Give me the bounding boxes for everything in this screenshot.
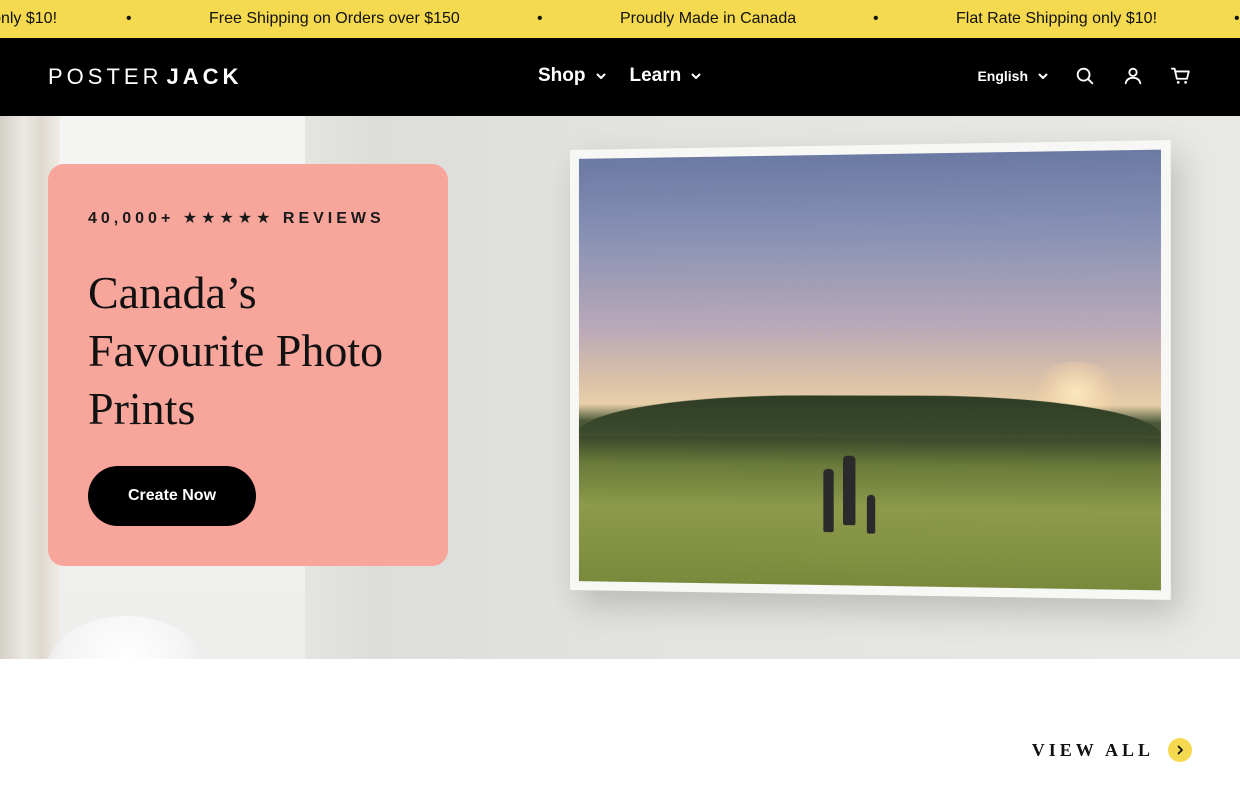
chevron-down-icon — [1038, 73, 1048, 79]
search-icon[interactable] — [1074, 65, 1096, 87]
logo-text-light: POSTER — [48, 64, 163, 89]
language-selector[interactable]: English — [977, 68, 1048, 84]
reviews-badge: 40,000+ ★★★★★ REVIEWS — [88, 210, 385, 227]
photo-figure — [843, 456, 856, 526]
main-nav: Shop Learn — [538, 65, 701, 87]
hero-card: 40,000+ ★★★★★ REVIEWS Canada’s Favourite… — [48, 164, 448, 566]
photo-figure — [866, 495, 875, 535]
announcement-separator: • — [873, 10, 879, 27]
view-all-link[interactable]: VIEW ALL — [1032, 738, 1192, 762]
nav-item-learn[interactable]: Learn — [630, 65, 702, 87]
view-all-button[interactable] — [1168, 738, 1192, 762]
family-field-photo — [578, 149, 1161, 591]
announcement-item: Flat Rate Shipping only $10! — [956, 10, 1158, 27]
site-logo[interactable]: POSTER JACK — [48, 64, 242, 90]
announcement-item: Proudly Made in Canada — [620, 10, 797, 27]
announcement-item: Flat Rate Shipping only $10! — [0, 10, 58, 27]
language-label: English — [977, 68, 1028, 84]
nav-item-label: Learn — [629, 65, 682, 86]
announcement-item: Free Shipping on Orders over $150 — [209, 10, 460, 27]
account-icon[interactable] — [1122, 65, 1144, 87]
announcement-bar: Flat Rate Shipping only $10! • Free Ship… — [0, 0, 1240, 38]
hero-headline: Canada’s Favourite Photo Prints — [88, 267, 384, 434]
view-all-label: VIEW ALL — [1031, 739, 1154, 760]
chevron-down-icon — [596, 73, 605, 79]
header-actions: English — [977, 65, 1192, 87]
nav-item-label: Shop — [538, 65, 586, 86]
create-now-button[interactable]: Create Now — [88, 466, 256, 526]
announcement-separator: • — [537, 10, 543, 27]
photo-figure — [823, 468, 834, 533]
cart-icon[interactable] — [1170, 65, 1192, 87]
announcement-separator: • — [126, 10, 132, 27]
chevron-right-icon — [1177, 745, 1183, 755]
announcement-separator: • — [1234, 10, 1240, 27]
chevron-down-icon — [691, 73, 701, 79]
site-header: POSTER JACK Shop Learn English — [0, 38, 1240, 116]
nav-item-shop[interactable]: Shop — [538, 65, 606, 87]
logo-text-bold: JACK — [166, 64, 243, 89]
framed-photo — [570, 140, 1171, 600]
